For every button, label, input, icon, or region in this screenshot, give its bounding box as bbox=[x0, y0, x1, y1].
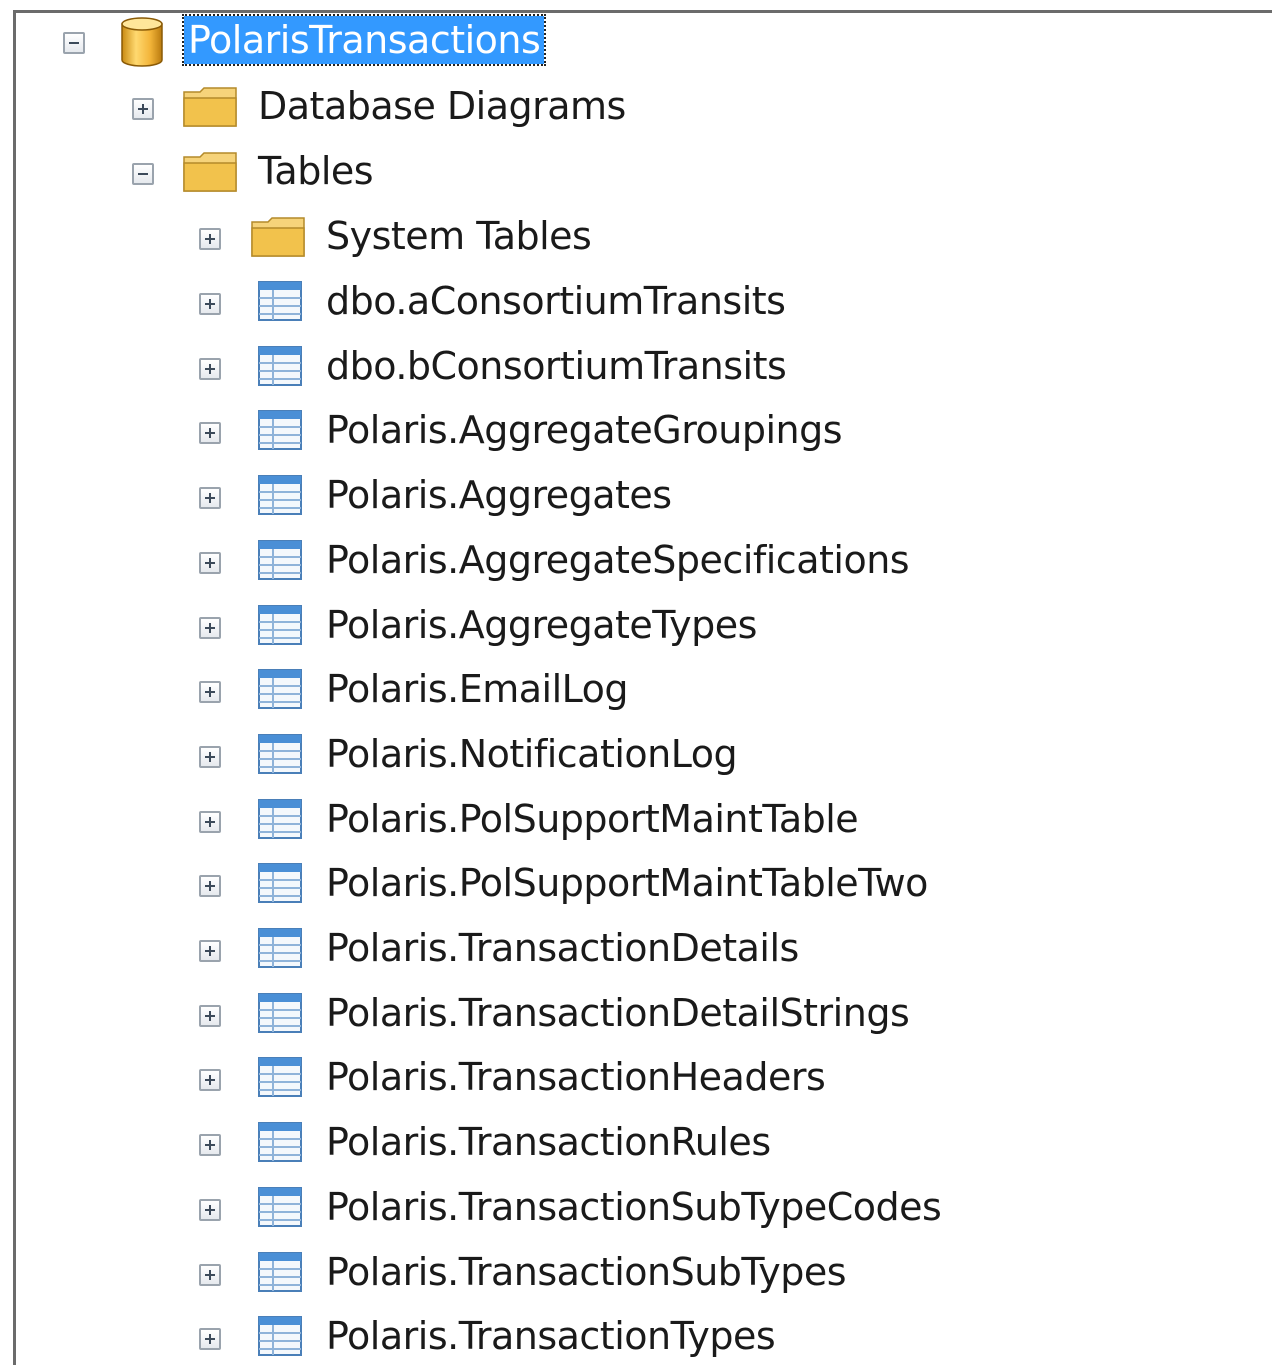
expand-icon[interactable] bbox=[199, 228, 221, 250]
table-icon bbox=[258, 346, 302, 386]
tree-node-table[interactable]: Polaris.TransactionSubTypeCodes bbox=[0, 1175, 1272, 1239]
database-icon bbox=[121, 17, 163, 67]
expand-icon[interactable] bbox=[199, 617, 221, 639]
tree-node-table[interactable]: Polaris.EmailLog bbox=[0, 657, 1272, 721]
table-icon bbox=[258, 928, 302, 968]
table-label[interactable]: Polaris.TransactionHeaders bbox=[326, 1053, 826, 1101]
expand-icon[interactable] bbox=[199, 1069, 221, 1091]
expand-icon[interactable] bbox=[199, 1134, 221, 1156]
table-label[interactable]: dbo.bConsortiumTransits bbox=[326, 342, 787, 390]
table-icon bbox=[258, 1057, 302, 1097]
expand-icon[interactable] bbox=[199, 552, 221, 574]
expand-icon[interactable] bbox=[199, 1199, 221, 1221]
expand-icon[interactable] bbox=[199, 940, 221, 962]
table-icon bbox=[258, 799, 302, 839]
tree-node-table[interactable]: Polaris.TransactionHeaders bbox=[0, 1045, 1272, 1109]
tree-node-tables[interactable]: Tables bbox=[0, 139, 1272, 203]
tree-node-database[interactable]: PolarisTransactions bbox=[0, 10, 1272, 74]
folder-icon bbox=[251, 217, 305, 257]
table-label[interactable]: Polaris.PolSupportMaintTable bbox=[326, 795, 859, 843]
tree-node-database-diagrams[interactable]: Database Diagrams bbox=[0, 74, 1272, 138]
table-icon bbox=[258, 1122, 302, 1162]
tree-node-table[interactable]: Polaris.TransactionTypes bbox=[0, 1304, 1272, 1365]
folder-icon bbox=[183, 152, 237, 192]
table-label[interactable]: Polaris.AggregateGroupings bbox=[326, 406, 843, 454]
tree-node-table[interactable]: dbo.aConsortiumTransits bbox=[0, 269, 1272, 333]
tree-node-table[interactable]: dbo.bConsortiumTransits bbox=[0, 334, 1272, 398]
table-label[interactable]: Polaris.NotificationLog bbox=[326, 730, 738, 778]
table-icon bbox=[258, 863, 302, 903]
collapse-icon[interactable] bbox=[132, 163, 154, 185]
database-label[interactable]: PolarisTransactions bbox=[181, 14, 547, 66]
expand-icon[interactable] bbox=[199, 1005, 221, 1027]
expand-icon[interactable] bbox=[199, 293, 221, 315]
expand-icon[interactable] bbox=[199, 422, 221, 444]
object-explorer-panel: PolarisTransactions Database Diagrams Ta… bbox=[0, 0, 1272, 1365]
object-explorer-tree: PolarisTransactions Database Diagrams Ta… bbox=[0, 0, 1272, 1365]
table-icon bbox=[258, 1187, 302, 1227]
table-icon bbox=[258, 1316, 302, 1356]
table-label[interactable]: Polaris.TransactionSubTypeCodes bbox=[326, 1183, 942, 1231]
table-icon bbox=[258, 410, 302, 450]
tree-node-table[interactable]: Polaris.Aggregates bbox=[0, 463, 1272, 527]
table-label[interactable]: Polaris.AggregateTypes bbox=[326, 601, 757, 649]
table-icon bbox=[258, 669, 302, 709]
table-icon bbox=[258, 605, 302, 645]
table-label[interactable]: Polaris.TransactionRules bbox=[326, 1118, 771, 1166]
table-label[interactable]: Polaris.PolSupportMaintTableTwo bbox=[326, 859, 928, 907]
database-diagrams-label[interactable]: Database Diagrams bbox=[258, 82, 626, 130]
tree-node-table[interactable]: Polaris.TransactionDetails bbox=[0, 916, 1272, 980]
folder-icon bbox=[183, 87, 237, 127]
table-icon bbox=[258, 475, 302, 515]
collapse-icon[interactable] bbox=[63, 32, 85, 54]
tree-node-table[interactable]: Polaris.NotificationLog bbox=[0, 722, 1272, 786]
table-icon bbox=[258, 281, 302, 321]
tree-node-table[interactable]: Polaris.TransactionDetailStrings bbox=[0, 981, 1272, 1045]
table-label[interactable]: Polaris.TransactionSubTypes bbox=[326, 1248, 847, 1296]
table-icon bbox=[258, 734, 302, 774]
table-label[interactable]: Polaris.TransactionDetailStrings bbox=[326, 989, 910, 1037]
table-label[interactable]: Polaris.TransactionTypes bbox=[326, 1312, 776, 1360]
expand-icon[interactable] bbox=[132, 98, 154, 120]
tree-node-table[interactable]: Polaris.TransactionSubTypes bbox=[0, 1240, 1272, 1304]
tree-node-table[interactable]: Polaris.AggregateTypes bbox=[0, 593, 1272, 657]
tables-label[interactable]: Tables bbox=[258, 147, 374, 195]
expand-icon[interactable] bbox=[199, 1328, 221, 1350]
table-label[interactable]: Polaris.EmailLog bbox=[326, 665, 629, 713]
table-icon bbox=[258, 540, 302, 580]
table-label[interactable]: Polaris.AggregateSpecifications bbox=[326, 536, 910, 584]
expand-icon[interactable] bbox=[199, 875, 221, 897]
expand-icon[interactable] bbox=[199, 746, 221, 768]
tree-node-table[interactable]: Polaris.PolSupportMaintTableTwo bbox=[0, 851, 1272, 915]
table-label[interactable]: dbo.aConsortiumTransits bbox=[326, 277, 786, 325]
tree-node-table[interactable]: Polaris.AggregateSpecifications bbox=[0, 528, 1272, 592]
tree-node-table[interactable]: Polaris.PolSupportMaintTable bbox=[0, 787, 1272, 851]
expand-icon[interactable] bbox=[199, 487, 221, 509]
system-tables-label[interactable]: System Tables bbox=[326, 212, 592, 260]
expand-icon[interactable] bbox=[199, 358, 221, 380]
table-icon bbox=[258, 1252, 302, 1292]
table-label[interactable]: Polaris.Aggregates bbox=[326, 471, 672, 519]
expand-icon[interactable] bbox=[199, 681, 221, 703]
table-icon bbox=[258, 993, 302, 1033]
expand-icon[interactable] bbox=[199, 1264, 221, 1286]
table-label[interactable]: Polaris.TransactionDetails bbox=[326, 924, 799, 972]
tree-node-table[interactable]: Polaris.AggregateGroupings bbox=[0, 398, 1272, 462]
tree-node-system-tables[interactable]: System Tables bbox=[0, 204, 1272, 268]
tree-node-table[interactable]: Polaris.TransactionRules bbox=[0, 1110, 1272, 1174]
expand-icon[interactable] bbox=[199, 811, 221, 833]
